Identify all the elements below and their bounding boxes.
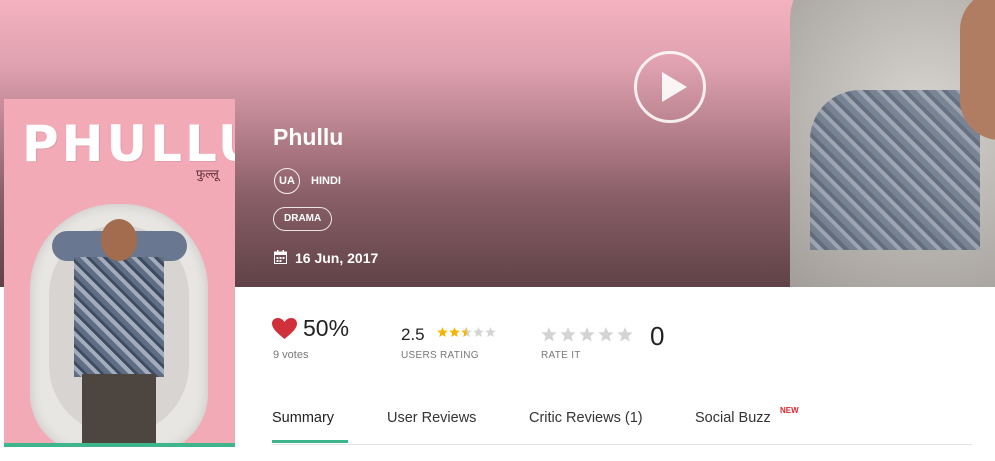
detail-tabs: Summary User Reviews Critic Reviews (1) … [272,406,972,445]
rate-it-star-icon[interactable] [617,327,633,342]
rate-it-label: RATE IT [541,350,581,361]
vote-count: 9 votes [273,349,309,361]
hero-image-arm [810,90,980,250]
poster-accent-bar [4,443,235,447]
hero-background-image [790,0,995,287]
poster-figure-body [74,257,164,377]
tab-critic-reviews[interactable]: Critic Reviews (1) [529,410,643,426]
movie-title: Phullu [273,124,344,150]
users-rating-star-icon [473,327,484,337]
release-date: 16 Jun, 2017 [295,250,379,266]
play-trailer-button[interactable] [634,51,706,123]
rate-it-star-icon[interactable] [598,327,614,342]
users-rating-star-icon [461,327,472,337]
rate-it-count: 0 [650,321,665,351]
users-rating-star-icon [437,327,448,337]
users-rating-value: 2.5 [401,325,425,344]
tab-social-buzz[interactable]: Social Buzz [695,410,771,426]
language-label: HINDI [311,175,341,187]
rate-it-stars[interactable] [541,327,641,343]
certificate-badge: UA [274,168,300,194]
like-percentage: 50% [303,315,350,341]
new-badge: NEW [780,406,799,415]
users-rating-star-icon [485,327,496,337]
poster-figure-legs [82,374,156,445]
hero-image-head [960,0,995,140]
heart-icon[interactable] [272,318,297,340]
movie-poster[interactable]: PHULLU फुल्लू [4,99,235,445]
poster-figure-head [101,219,137,261]
active-tab-indicator [272,440,348,443]
play-icon [662,72,687,102]
rate-it-star-icon[interactable] [560,327,576,342]
rate-it-star-icon[interactable] [541,327,557,342]
rate-it-star-icon[interactable] [579,327,595,342]
calendar-icon [274,250,287,264]
tab-summary[interactable]: Summary [272,410,334,426]
users-rating-stars [437,327,496,337]
genre-tag[interactable]: DRAMA [273,207,333,231]
tab-user-reviews[interactable]: User Reviews [387,410,476,426]
users-rating-star-icon [449,327,460,337]
poster-subtitle-text: फुल्लू [196,167,219,181]
users-rating-label: USERS RATING [401,350,479,361]
